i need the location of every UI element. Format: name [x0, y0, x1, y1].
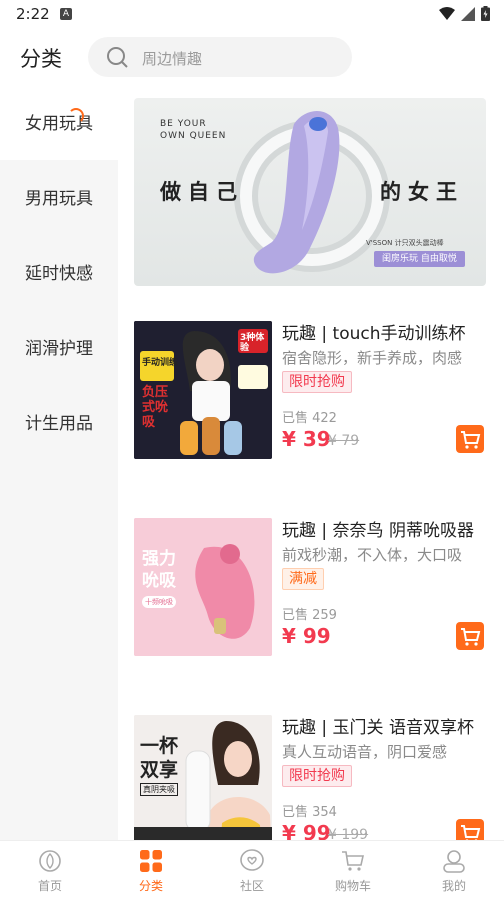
product-image: 强力 吮吸 十频吮吸: [134, 518, 272, 656]
tab-cart[interactable]: 购物车: [303, 841, 403, 898]
product-desc: 宿舍隐形，新手养成，肉感: [282, 349, 463, 367]
banner-left-text: 做自己: [160, 180, 244, 204]
search-icon: [107, 47, 128, 68]
sidebar-item-contraception[interactable]: 计生用品: [0, 388, 118, 460]
promo-badge: 限时抢购: [282, 765, 352, 787]
product-desc: 前戏秒潮，不入体，大口吸: [282, 546, 463, 564]
tab-label: 首页: [37, 879, 62, 893]
cart-icon: [461, 431, 481, 449]
cart-icon: [342, 851, 364, 871]
product-image-text-3: 十频吮吸: [142, 596, 176, 608]
cart-icon: [461, 825, 481, 840]
product-list-area: BE YOUR OWN QUEEN 做自己 的女王 V'SSON 计只双头震动棒…: [118, 88, 504, 840]
status-time: 2:22: [16, 5, 50, 23]
sidebar-item-delay[interactable]: 延时快感: [0, 238, 118, 310]
sidebar-item-label: 计生用品: [25, 414, 93, 434]
sidebar-item-female-toys[interactable]: 女用玩具: [0, 88, 118, 160]
sold-count: 已售 354: [282, 805, 337, 820]
signal-icon: [461, 6, 475, 21]
banner-tag: 闺房乐玩 自由取悦: [374, 251, 465, 267]
category-sidebar: 女用玩具 男用玩具 延时快感 润滑护理 计生用品: [0, 88, 118, 840]
original-price: ¥ 79: [328, 433, 360, 449]
sold-count: 已售 259: [282, 608, 337, 623]
search-placeholder: 周边情趣: [142, 50, 203, 68]
category-icon: [140, 850, 162, 872]
product-name: 玩趣 | 奈奈鸟 阴蒂吮吸器: [282, 521, 474, 541]
product-name: 玩趣 | touch手动训练杯: [282, 324, 466, 344]
sold-count: 已售 422: [282, 411, 337, 426]
tab-label: 分类: [138, 879, 163, 893]
original-price: ¥ 199: [328, 827, 369, 840]
product-card[interactable]: 强力 吮吸 十频吮吸 玩趣 | 奈奈鸟 阴蒂吮吸器 前戏秒潮，不入体，大口吸 满…: [134, 518, 486, 658]
product-image-text-1: 手动训练: [142, 358, 179, 368]
sidebar-item-label: 润滑护理: [25, 339, 93, 359]
product-card[interactable]: 一杯 双享 真阴夹吸 玩趣 | 玉门关 语音双享杯 真人互动语音，阴口爱感 限时…: [134, 715, 486, 840]
product-image-text-2: 吮吸: [142, 571, 176, 591]
status-bar: 2:22 A: [0, 0, 504, 28]
status-icons: [439, 6, 490, 21]
promo-badge: 满减: [282, 568, 324, 590]
cart-icon: [461, 628, 481, 646]
product-image-text-2: 3种体验: [240, 333, 265, 353]
product-image: 一杯 双享 真阴夹吸: [134, 715, 272, 840]
banner-right-text: 的女王: [380, 180, 464, 204]
battery-icon: [481, 6, 490, 21]
product-price: ¥ 99: [282, 624, 331, 648]
sidebar-item-label: 男用玩具: [25, 189, 93, 209]
tab-label: 我的: [441, 879, 466, 893]
promo-banner[interactable]: BE YOUR OWN QUEEN 做自己 的女王 V'SSON 计只双头震动棒…: [134, 98, 486, 286]
wifi-icon: [439, 6, 455, 20]
product-image-text-1: 一杯: [140, 735, 179, 757]
product-card[interactable]: 手动训练 3种体验 负压式吮吸 玩趣 | touch手动训练杯 宿舍隐形，新手养…: [134, 321, 486, 461]
tab-home[interactable]: 首页: [0, 841, 100, 898]
product-price: ¥ 99: [282, 821, 331, 840]
product-image-text-3: 真阴夹吸: [140, 783, 178, 796]
product-name: 玩趣 | 玉门关 语音双享杯: [282, 718, 474, 738]
sidebar-item-male-toys[interactable]: 男用玩具: [0, 163, 118, 235]
tab-category[interactable]: 分类: [101, 841, 201, 898]
product-image-text-3: 负压式吮吸: [142, 385, 169, 430]
banner-brand: V'SSON 计只双头震动棒: [366, 239, 444, 247]
home-icon: [39, 850, 61, 872]
profile-icon: [443, 850, 465, 873]
loading-indicator-icon: [68, 108, 84, 124]
promo-badge: 限时抢购: [282, 371, 352, 393]
bottom-tab-bar: 首页 分类 社区 购物车 我的: [0, 840, 504, 898]
search-input[interactable]: 周边情趣: [88, 37, 352, 77]
tab-community[interactable]: 社区: [202, 841, 302, 898]
product-desc: 真人互动语音，阴口爱感: [282, 743, 448, 761]
tab-profile[interactable]: 我的: [404, 841, 504, 898]
sidebar-item-label: 延时快感: [25, 264, 93, 284]
community-icon: [240, 849, 264, 871]
tab-label: 购物车: [334, 879, 371, 893]
product-image: 手动训练 3种体验 负压式吮吸: [134, 321, 272, 459]
product-price: ¥ 39: [282, 427, 331, 451]
product-image-text-2: 双享: [140, 759, 179, 781]
add-to-cart-button[interactable]: [456, 622, 484, 650]
add-to-cart-button[interactable]: [456, 425, 484, 453]
page-title: 分类: [20, 47, 62, 71]
notification-a-icon: A: [60, 8, 72, 20]
sidebar-item-lube-care[interactable]: 润滑护理: [0, 313, 118, 385]
add-to-cart-button[interactable]: [456, 819, 484, 840]
tab-label: 社区: [239, 879, 264, 893]
header: 分类 周边情趣: [0, 28, 504, 88]
